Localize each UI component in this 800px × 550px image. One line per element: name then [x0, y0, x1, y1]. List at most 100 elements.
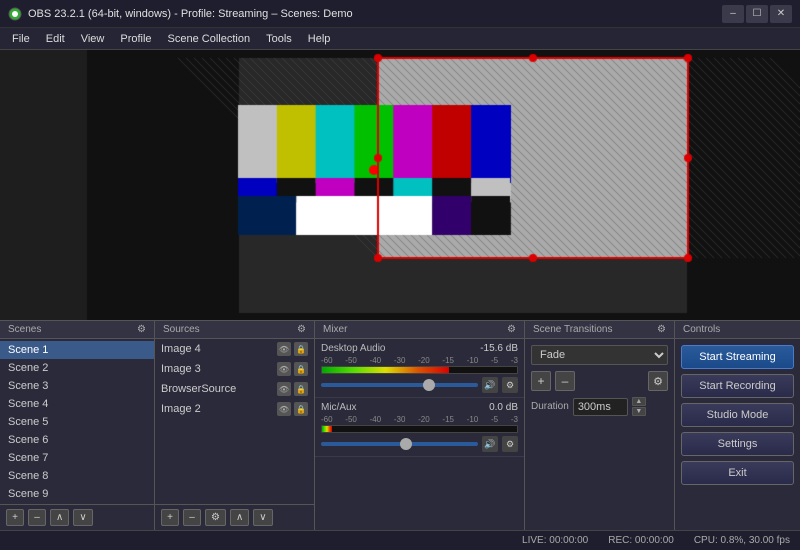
scenes-add-button[interactable]: +	[6, 509, 24, 526]
mixer-fader-handle-mic[interactable]	[400, 438, 412, 450]
transitions-header: Scene Transitions ⚙	[525, 321, 674, 339]
sources-header: Sources ⚙	[155, 321, 314, 339]
scene-item-7[interactable]: Scene 7	[0, 449, 154, 467]
mixer-panel: Mixer ⚙ Desktop Audio -15.6 dB -60-50-40…	[315, 321, 525, 530]
start-recording-button[interactable]: Start Recording	[681, 374, 794, 398]
scenes-down-button[interactable]: ∨	[73, 509, 92, 526]
scene-item-3[interactable]: Scene 3	[0, 377, 154, 395]
source-lock-icon-browser[interactable]: 🔒	[294, 382, 308, 396]
menu-view[interactable]: View	[73, 31, 113, 47]
source-name-image2: Image 2	[161, 403, 201, 415]
menu-edit[interactable]: Edit	[38, 31, 73, 47]
title-bar-controls: – ☐ ✕	[722, 5, 792, 23]
menu-tools[interactable]: Tools	[258, 31, 300, 47]
duration-up-button[interactable]: ▲	[632, 397, 646, 406]
mixer-label-mic: Mic/Aux 0.0 dB	[321, 402, 518, 413]
mixer-mute-mic[interactable]: 🔊	[482, 436, 498, 452]
mixer-gear-desktop[interactable]: ⚙	[502, 377, 518, 393]
scene-item-9[interactable]: Scene 9	[0, 485, 154, 503]
transition-select[interactable]: Fade Cut Move Swipe Slide Stinger	[531, 345, 668, 365]
source-lock-icon-image4[interactable]: 🔒	[294, 342, 308, 356]
scenes-up-button[interactable]: ∧	[50, 509, 69, 526]
sources-remove-button[interactable]: –	[183, 509, 201, 526]
scene-item-1[interactable]: Scene 1	[0, 341, 154, 359]
mixer-mute-desktop[interactable]: 🔊	[482, 377, 498, 393]
preview-area	[0, 50, 800, 320]
mixer-name-mic: Mic/Aux	[321, 402, 357, 413]
menu-file[interactable]: File	[4, 31, 38, 47]
menu-scene-collection[interactable]: Scene Collection	[160, 31, 259, 47]
scenes-header: Scenes ⚙	[0, 321, 154, 339]
sources-config-icon[interactable]: ⚙	[297, 324, 306, 335]
transitions-config-icon[interactable]: ⚙	[657, 324, 666, 335]
menu-profile[interactable]: Profile	[112, 31, 159, 47]
mixer-meter-desktop	[321, 366, 518, 374]
mixer-meter-mic	[321, 425, 518, 433]
sources-config-button[interactable]: ⚙	[205, 509, 226, 526]
source-eye-icon-image4[interactable]: 👁	[277, 342, 291, 356]
mixer-scale-desktop: -60-50-40-30-20-15-10-5-3	[321, 356, 518, 365]
source-item-image4[interactable]: Image 4 👁 🔒	[155, 339, 314, 359]
scene-item-6[interactable]: Scene 6	[0, 431, 154, 449]
scene-item-5[interactable]: Scene 5	[0, 413, 154, 431]
scenes-config-icon[interactable]: ⚙	[137, 324, 146, 335]
source-name-image4: Image 4	[161, 343, 201, 355]
scenes-label: Scenes	[8, 324, 41, 335]
maximize-button[interactable]: ☐	[746, 5, 768, 23]
scene-item-8[interactable]: Scene 8	[0, 467, 154, 485]
mixer-db-desktop: -15.6 dB	[480, 343, 518, 354]
obs-icon	[8, 7, 22, 21]
duration-row: Duration ▲ ▼	[531, 397, 668, 416]
sources-up-button[interactable]: ∧	[230, 509, 249, 526]
title-bar: OBS 23.2.1 (64-bit, windows) - Profile: …	[0, 0, 800, 28]
source-item-image3[interactable]: Image 3 👁 🔒	[155, 359, 314, 379]
exit-button[interactable]: Exit	[681, 461, 794, 485]
source-item-image2[interactable]: Image 2 👁 🔒	[155, 399, 314, 419]
menu-help[interactable]: Help	[300, 31, 339, 47]
status-bar: LIVE: 00:00:00 REC: 00:00:00 CPU: 0.8%, …	[0, 530, 800, 550]
transitions-label: Scene Transitions	[533, 324, 613, 335]
minimize-button[interactable]: –	[722, 5, 744, 23]
controls-panel: Controls Start Streaming Start Recording…	[675, 321, 800, 530]
source-eye-icon-image2[interactable]: 👁	[277, 402, 291, 416]
mixer-label-desktop: Desktop Audio -15.6 dB	[321, 343, 518, 354]
mixer-gear-mic[interactable]: ⚙	[502, 436, 518, 452]
source-lock-icon-image2[interactable]: 🔒	[294, 402, 308, 416]
scenes-remove-button[interactable]: –	[28, 509, 46, 526]
studio-mode-button[interactable]: Studio Mode	[681, 403, 794, 427]
source-icons-image2: 👁 🔒	[277, 402, 308, 416]
sources-down-button[interactable]: ∨	[253, 509, 272, 526]
source-item-browser[interactable]: BrowserSource 👁 🔒	[155, 379, 314, 399]
sources-add-button[interactable]: +	[161, 509, 179, 526]
mixer-fader-row-desktop: 🔊 ⚙	[321, 377, 518, 393]
mixer-config-icon[interactable]: ⚙	[507, 324, 516, 335]
mixer-channels: Desktop Audio -15.6 dB -60-50-40-30-20-1…	[315, 339, 524, 530]
duration-down-button[interactable]: ▼	[632, 407, 646, 416]
transitions-gear-button[interactable]: ⚙	[648, 371, 668, 391]
mixer-fader-desktop[interactable]	[321, 383, 478, 387]
source-eye-icon-image3[interactable]: 👁	[277, 362, 291, 376]
source-lock-icon-image3[interactable]: 🔒	[294, 362, 308, 376]
mixer-level-desktop	[322, 367, 449, 373]
mixer-fader-mic[interactable]	[321, 442, 478, 446]
scene-item-4[interactable]: Scene 4	[0, 395, 154, 413]
mixer-fader-row-mic: 🔊 ⚙	[321, 436, 518, 452]
title-bar-title: OBS 23.2.1 (64-bit, windows) - Profile: …	[28, 8, 353, 20]
mixer-fader-handle-desktop[interactable]	[423, 379, 435, 391]
transitions-add-button[interactable]: +	[531, 371, 551, 391]
settings-button[interactable]: Settings	[681, 432, 794, 456]
start-streaming-button[interactable]: Start Streaming	[681, 345, 794, 369]
source-icons-image4: 👁 🔒	[277, 342, 308, 356]
sources-footer: + – ⚙ ∧ ∨	[155, 504, 314, 530]
controls-area: Scenes ⚙ Scene 1 Scene 2 Scene 3 Scene 4…	[0, 320, 800, 530]
title-bar-left: OBS 23.2.1 (64-bit, windows) - Profile: …	[8, 7, 353, 21]
transitions-remove-button[interactable]: –	[555, 371, 575, 391]
controls-label: Controls	[683, 324, 720, 335]
source-eye-icon-browser[interactable]: 👁	[277, 382, 291, 396]
duration-input[interactable]	[573, 398, 628, 416]
transitions-panel: Scene Transitions ⚙ Fade Cut Move Swipe …	[525, 321, 675, 530]
mixer-scale-mic: -60-50-40-30-20-15-10-5-3	[321, 415, 518, 424]
scenes-footer: + – ∧ ∨	[0, 504, 154, 530]
close-button[interactable]: ✕	[770, 5, 792, 23]
scene-item-2[interactable]: Scene 2	[0, 359, 154, 377]
